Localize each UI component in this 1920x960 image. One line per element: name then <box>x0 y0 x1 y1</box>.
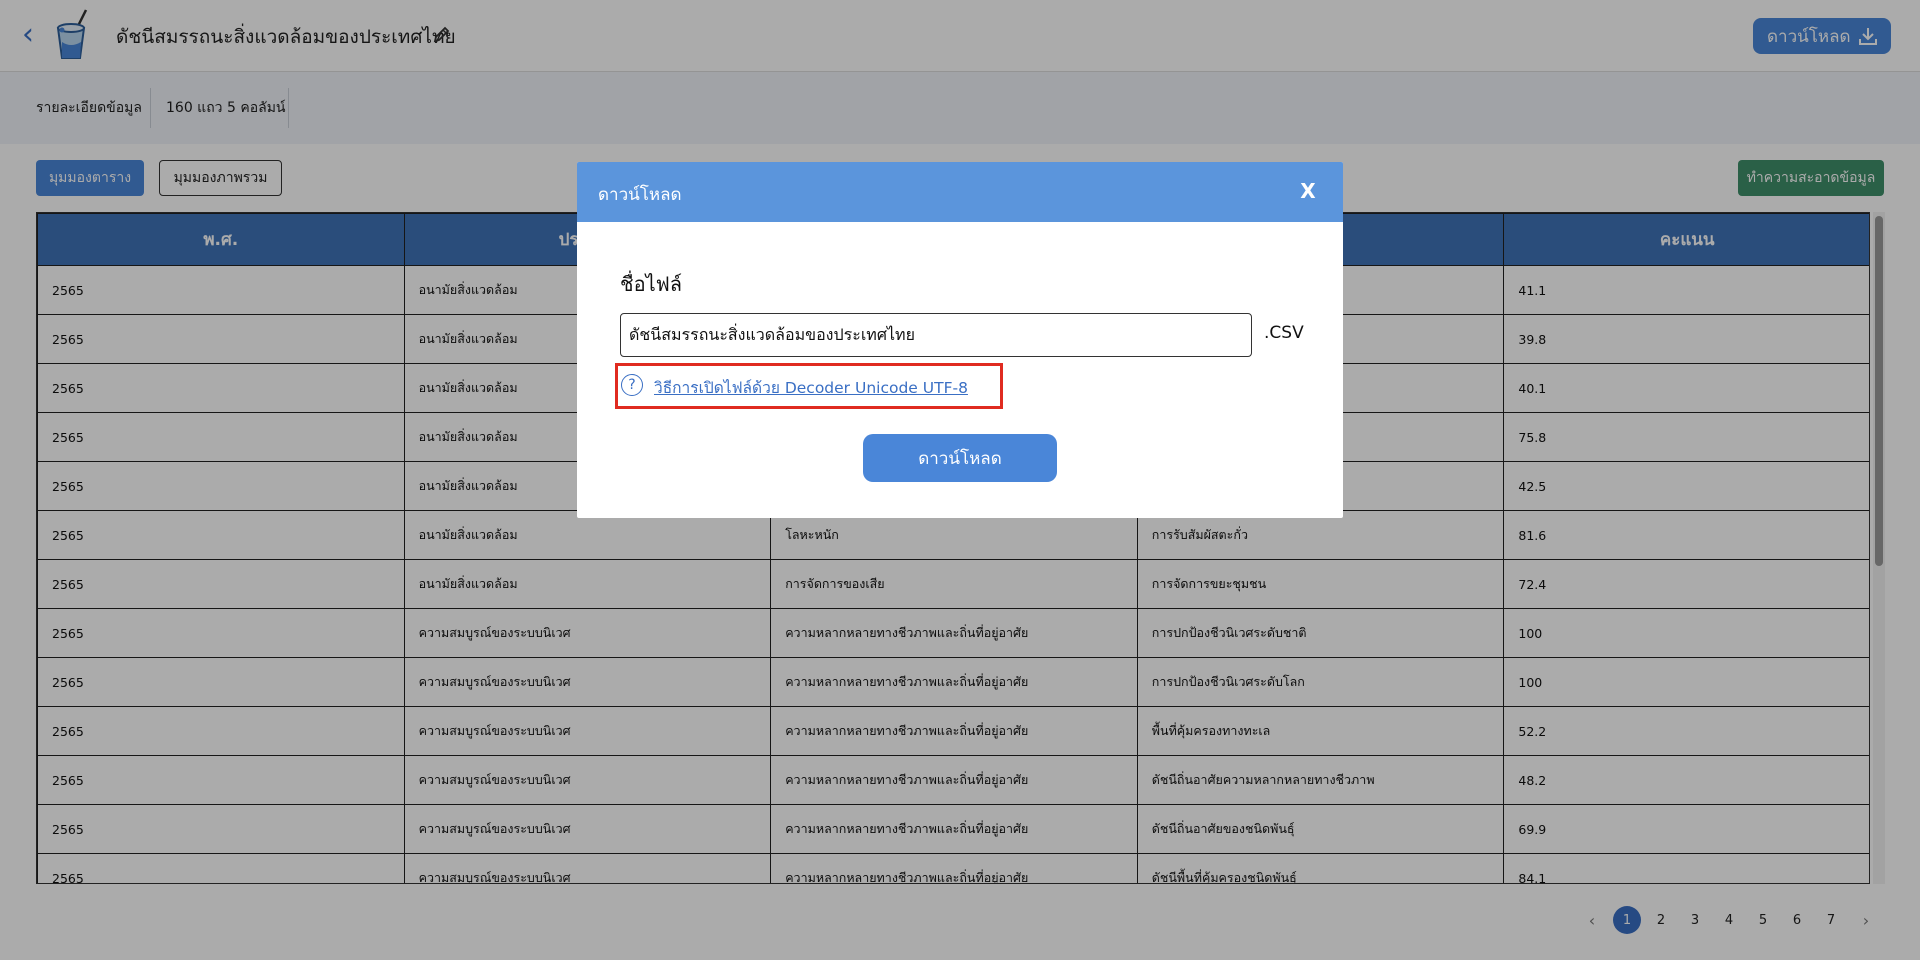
filename-label: ชื่อไฟล์ <box>620 272 683 296</box>
dialog-download-button[interactable]: ดาวน์โหลด <box>863 434 1057 482</box>
filename-input[interactable] <box>620 313 1252 357</box>
utf8-help-link[interactable]: วิธีการเปิดไฟล์ด้วย Decoder Unicode UTF-… <box>654 375 968 400</box>
close-button[interactable]: X <box>1293 176 1323 206</box>
dialog-header: ดาวน์โหลด X <box>577 162 1343 222</box>
question-circle-icon: ? <box>621 374 643 396</box>
file-extension-label: .CSV <box>1264 323 1304 343</box>
dialog-title: ดาวน์โหลด <box>598 185 682 205</box>
download-dialog: ดาวน์โหลด X ชื่อไฟล์ .CSV ? วิธีการเปิดไ… <box>577 162 1343 518</box>
